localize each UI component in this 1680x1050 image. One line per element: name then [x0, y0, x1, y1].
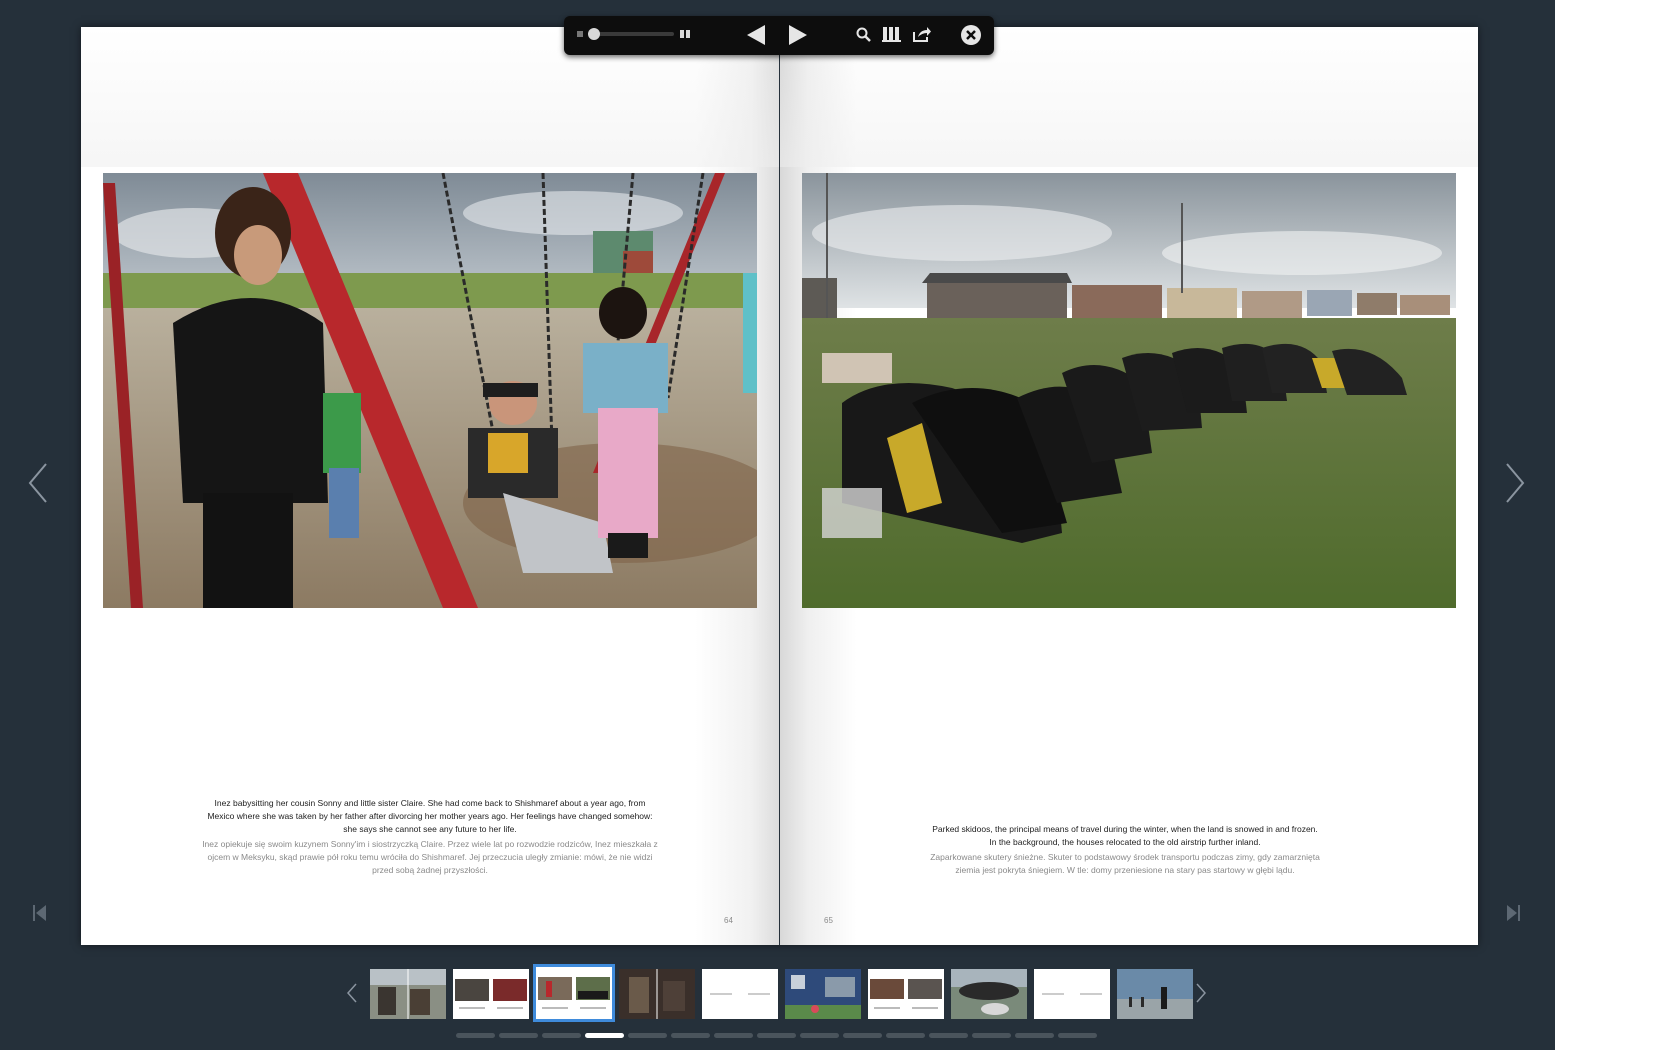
- page-indicator-dot[interactable]: [757, 1033, 796, 1038]
- page-indicator-dot[interactable]: [628, 1033, 667, 1038]
- caption-right: Parked skidoos, the principal means of t…: [930, 823, 1320, 877]
- caption-polish: Inez opiekuje się swoim kuzynem Sonny'im…: [202, 839, 658, 875]
- thumbnail-strip: [340, 964, 1220, 1025]
- chevron-left-icon[interactable]: [347, 983, 357, 1003]
- page-indicator-dot[interactable]: [1058, 1033, 1097, 1038]
- page-indicator-dot[interactable]: [456, 1033, 495, 1038]
- chevron-left-icon[interactable]: [28, 462, 48, 504]
- page-indicator-dot[interactable]: [929, 1033, 968, 1038]
- reader-toolbar: [564, 16, 994, 55]
- page-indicator-dot[interactable]: [972, 1033, 1011, 1038]
- left-page[interactable]: Inez babysitting her cousin Sonny and li…: [81, 27, 779, 945]
- page-number: 65: [824, 916, 833, 925]
- page-indicator-dot-active[interactable]: [585, 1033, 624, 1038]
- page-indicator-dot[interactable]: [800, 1033, 839, 1038]
- zoom-slider-handle[interactable]: [588, 28, 600, 40]
- thumbnail[interactable]: [1117, 969, 1193, 1019]
- page-indicator-dot[interactable]: [714, 1033, 753, 1038]
- thumbnail[interactable]: [619, 969, 695, 1019]
- thumbnail[interactable]: [951, 969, 1027, 1019]
- library-icon[interactable]: [882, 26, 902, 42]
- page-indicator-dot[interactable]: [1015, 1033, 1054, 1038]
- caption-english: Parked skidoos, the principal means of t…: [932, 824, 1318, 847]
- close-icon[interactable]: [960, 24, 982, 46]
- page-indicator-dot[interactable]: [499, 1033, 538, 1038]
- thumbnail[interactable]: [702, 969, 778, 1019]
- photo-parked-skidoos: [802, 173, 1456, 608]
- search-icon[interactable]: [856, 27, 871, 42]
- chevron-right-icon[interactable]: [1196, 983, 1206, 1003]
- page-indicator-dot[interactable]: [542, 1033, 581, 1038]
- page-indicator-dot[interactable]: [843, 1033, 882, 1038]
- zoom-slider[interactable]: [590, 32, 674, 36]
- zoom-small-icon[interactable]: [577, 31, 583, 37]
- book-spread: Inez babysitting her cousin Sonny and li…: [81, 27, 1478, 945]
- triangle-right-icon[interactable]: [788, 24, 808, 46]
- page-number: 64: [724, 916, 733, 925]
- thumbnail-active[interactable]: [533, 964, 615, 1022]
- skip-last-icon[interactable]: [1506, 904, 1520, 922]
- chevron-right-icon[interactable]: [1505, 462, 1525, 504]
- thumbnail[interactable]: [868, 969, 944, 1019]
- page-indicator-dot[interactable]: [671, 1033, 710, 1038]
- photo-playground-swings: [103, 173, 757, 608]
- zoom-large-icon[interactable]: [680, 30, 691, 38]
- thumbnail[interactable]: [1034, 969, 1110, 1019]
- triangle-left-icon[interactable]: [746, 24, 766, 46]
- thumbnail[interactable]: [453, 969, 529, 1019]
- page-indicator-dot[interactable]: [886, 1033, 925, 1038]
- right-page[interactable]: Parked skidoos, the principal means of t…: [780, 27, 1478, 945]
- caption-polish: Zaparkowane skutery śnieżne. Skuter to p…: [930, 852, 1320, 875]
- share-icon[interactable]: [912, 26, 932, 42]
- skip-first-icon[interactable]: [33, 904, 47, 922]
- book-viewer: Inez babysitting her cousin Sonny and li…: [0, 0, 1555, 1050]
- caption-english: Inez babysitting her cousin Sonny and li…: [207, 798, 653, 834]
- thumbnail[interactable]: [785, 969, 861, 1019]
- caption-left: Inez babysitting her cousin Sonny and li…: [201, 797, 659, 877]
- thumbnail[interactable]: [370, 969, 446, 1019]
